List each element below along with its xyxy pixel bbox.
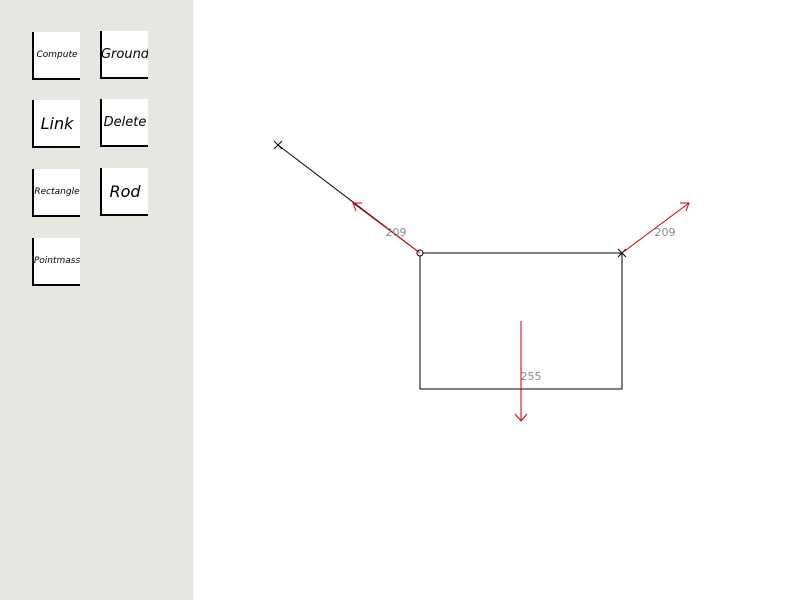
drawing-canvas[interactable]: 209 209 255 [193, 0, 800, 600]
rectangle-button-label: Rectangle [34, 187, 80, 197]
pointmass-button[interactable]: Pointmass [32, 238, 80, 286]
compute-button-label: Compute [36, 50, 78, 60]
rod-button-label: Rod [109, 181, 141, 201]
ground-button-label: Ground [100, 46, 148, 62]
force-label-right-link: 209 [655, 226, 676, 239]
canvas-svg: 209 209 255 [273, 140, 690, 422]
delete-button[interactable]: Delete [100, 99, 148, 147]
rod-button[interactable]: Rod [100, 168, 148, 216]
link-button[interactable]: Link [32, 100, 80, 148]
delete-button-label: Delete [103, 114, 147, 130]
mechanics-app: Compute Ground Link Delete Rectangle Rod… [0, 0, 800, 600]
ground-anchor-icon[interactable] [273, 140, 283, 150]
link-button-label: Link [40, 113, 74, 133]
pointmass-button-label: Pointmass [33, 256, 80, 266]
compute-button[interactable]: Compute [32, 32, 80, 80]
rectangle-button[interactable]: Rectangle [32, 169, 80, 217]
force-label-left-link: 209 [386, 226, 407, 239]
tool-palette: Compute Ground Link Delete Rectangle Rod… [0, 0, 193, 600]
ground-button[interactable]: Ground [100, 31, 148, 79]
force-label-gravity: 255 [521, 370, 542, 383]
